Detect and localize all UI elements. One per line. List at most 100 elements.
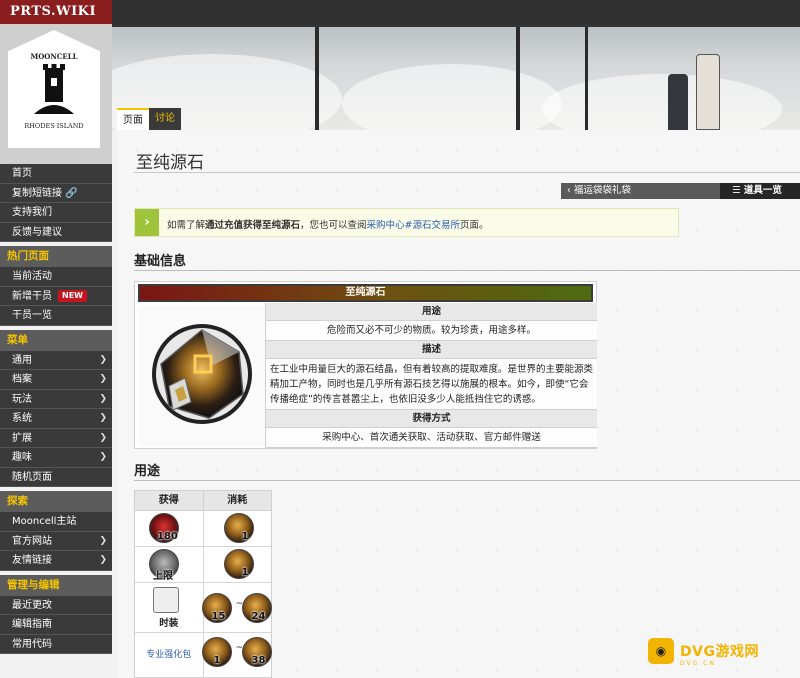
sidebar-item-mooncell[interactable]: Mooncell主站 [0,512,112,532]
chevron-left-icon: ‹ [567,185,574,196]
sidebar-item-label: 当前活动 [12,271,52,282]
infobox-use-value: 危险而又必不可少的物质。较为珍贵，用途多样。 [265,321,597,341]
sidebar-item-edit-guide[interactable]: 编辑指南 [0,615,112,635]
sidebar-item-archive[interactable]: 档案 ❯ [0,370,112,390]
usage-gain-cell: 上限 [135,547,204,582]
prev-item-link[interactable]: ‹ 福运袋袋礼袋 [561,183,720,199]
item-image [139,306,265,446]
sidebar-item-current-event[interactable]: 当前活动 [0,267,112,287]
sidebar-item-new-operators[interactable]: 新增干员 NEW [0,286,112,306]
sidebar-item-support[interactable]: 支持我们 [0,203,112,223]
main-content: 至纯源石 ‹ 福运袋袋礼袋 ☰ 道具一览 › 如需了解通过充值获得至纯源石，您也… [117,130,800,678]
site-brand[interactable]: PRTS.WIKI [0,0,112,24]
tab-page[interactable]: 页面 [117,108,149,130]
table-row: 时装 15 ~ 24 [135,583,272,633]
logo-bottom-text: RHODES ISLAND [24,122,84,130]
infobox-details: 用途 危险而又必不可少的物质。较为珍贵，用途多样。 描述 在工业中用量巨大的源石… [265,303,597,448]
notice-bold: 通过充值获得至纯源石 [205,220,301,231]
usage-cost-cell: 1 [204,511,272,546]
item-list-link[interactable]: ☰ 道具一览 [720,183,800,199]
tower-icon [34,64,74,114]
sidebar-item-operator-list[interactable]: 干员一览 [0,306,112,326]
notice-pre: 如需了解 [167,220,206,231]
usage-table-header: 获得 消耗 [135,491,271,511]
chevron-right-icon: ❯ [99,374,107,384]
infobox-title: 至纯源石 [138,284,593,302]
link-icon: 🔗 [65,187,78,199]
sidebar-item-home[interactable]: 首页 [0,164,112,184]
sidebar-item-label: 友情链接 [12,555,52,566]
sidebar-item-common-code[interactable]: 常用代码 [0,634,112,654]
sidebar-item-label: 干员一览 [12,310,52,321]
infobox-desc-header: 描述 [265,341,597,359]
header-banner [112,24,800,130]
usage-cost-amount: 1 [241,567,249,578]
originium-icon[interactable] [223,513,254,543]
usage-cost-amount: 24 [251,611,266,622]
sidebar-item-label: 新增干员 [12,290,52,302]
sidebar-item-general[interactable]: 通用 ❯ [0,350,112,370]
sidebar-item-fun[interactable]: 趣味 ❯ [0,448,112,468]
sidebar-item-feedback[interactable]: 反馈与建议 [0,222,112,242]
page-title: 至纯源石 [136,153,204,173]
sidebar-section-explore: 探索 [0,491,112,512]
usage-cost-amount: 1 [241,531,249,542]
chevron-right-icon: ❯ [99,535,107,546]
table-row: 专业强化包 1 ~ 38 [135,633,272,677]
usage-cost-amount: 38 [251,655,266,666]
chevron-right-icon: ❯ [99,555,107,565]
usage-cost-amount: 1 [213,655,221,666]
gamepad-icon: ◉ [648,638,674,664]
logo-top-text: MOONCELL [30,52,78,61]
usage-header-gain: 获得 [135,491,204,510]
tab-talk[interactable]: 讨论 [149,108,181,130]
watermark-text: DVG游戏网 [680,644,759,660]
sidebar-item-friend-links[interactable]: 友情链接 ❯ [0,551,112,571]
usage-header-cost: 消耗 [227,495,248,506]
sidebar-section-admin: 管理与编辑 [0,574,112,596]
usage-table: 获得 消耗 180 1 上限 1 时装 15 ~ 24 专业强化包 1 ~ 38 [134,490,272,678]
item-navigation: ‹ 福运袋袋礼袋 ☰ 道具一览 [561,183,800,199]
new-badge: NEW [58,289,87,302]
section-heading-usage: 用途 [134,464,161,479]
usage-cost-cell: 1 ~ 38 [201,633,272,677]
site-watermark: ◉ DVG游戏网 DVG.CN [648,638,759,667]
chevron-right-icon: ❯ [99,452,107,462]
notice-mid: ，您也可以查阅 [300,220,367,231]
usage-gain-amount: 180 [157,531,178,542]
usage-gain-label: 上限 [153,571,173,582]
prev-item-label: 福运袋袋礼袋 [573,185,631,196]
sidebar-item-system[interactable]: 系统 ❯ [0,409,112,429]
sidebar-item-label: 首页 [12,168,32,179]
sidebar-item-label: 扩展 [12,432,32,444]
notice-link[interactable]: 采购中心#源石交易所 [367,220,460,231]
originium-icon[interactable] [223,549,254,579]
sidebar-item-label: 编辑指南 [12,619,52,630]
divider [134,172,800,173]
sidebar-item-label: 反馈与建议 [12,226,62,238]
sidebar-item-label: 支持我们 [12,207,52,218]
logo-area: MOONCELL RHODES ISLAND [0,24,112,164]
chevron-right-icon: ❯ [99,432,107,443]
sidebar-item-copy-shortlink[interactable]: 复制短链接 🔗 [0,183,112,203]
pro-pack-link[interactable]: 专业强化包 [135,647,203,660]
character-silhouette [668,74,688,130]
chevron-right-icon: ❯ [99,393,107,404]
usage-cost-amount: 15 [211,611,226,622]
site-logo[interactable]: MOONCELL RHODES ISLAND [8,30,100,148]
sidebar: 首页 复制短链接 🔗 支持我们 反馈与建议 热门页面 当前活动 新增干员 NEW 干… [0,164,112,678]
outfit-bag-icon[interactable] [153,587,179,613]
usage-cost-cell: 15 ~ 24 [201,583,272,632]
sidebar-item-official-site[interactable]: 官方网站 ❯ [0,531,112,551]
table-row: 180 1 [135,511,271,547]
sidebar-item-recent-changes[interactable]: 最近更改 [0,595,112,615]
sidebar-item-label: 系统 [12,413,32,424]
usage-cost-cell: 1 [204,547,272,582]
infobox-obtain-header: 获得方式 [265,410,597,428]
sidebar-item-extension[interactable]: 扩展 ❯ [0,428,112,448]
sidebar-item-label: 趣味 [12,452,32,463]
section-heading-basic-info: 基础信息 [134,254,187,269]
sidebar-item-gameplay[interactable]: 玩法 ❯ [0,389,112,409]
sidebar-item-random-page[interactable]: 随机页面 [0,467,112,487]
top-bar: PRTS.WIKI [0,0,800,24]
